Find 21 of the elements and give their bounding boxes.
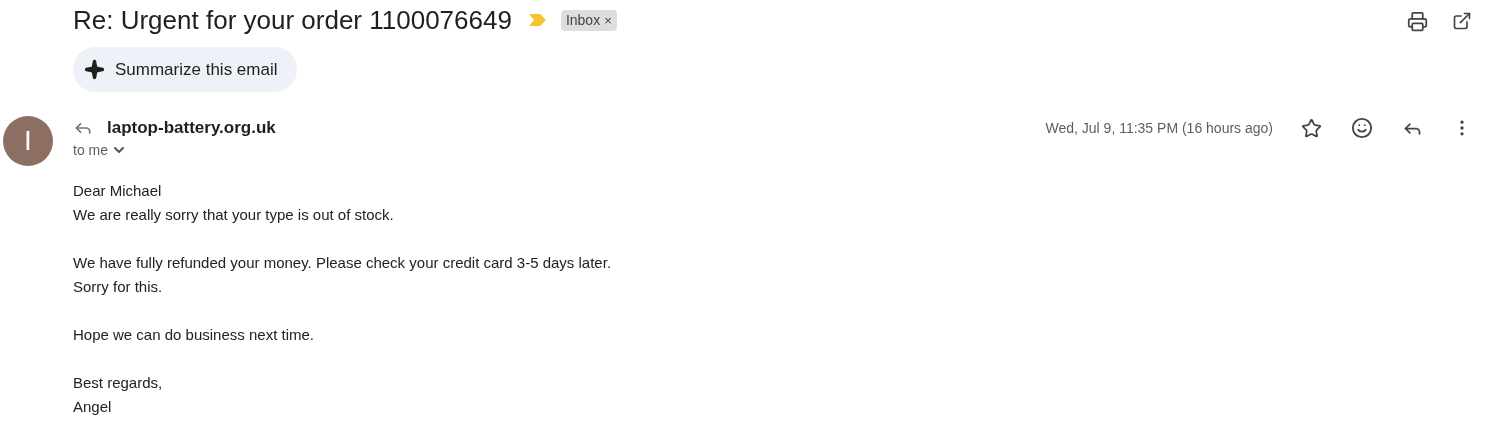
message-line: We are really sorry that your type is out of stock. bbox=[73, 205, 394, 225]
sender-avatar: I bbox=[3, 116, 53, 166]
importance-marker-icon[interactable] bbox=[528, 14, 547, 26]
sender-name: laptop-battery.org.uk bbox=[107, 117, 276, 140]
label-text: Inbox bbox=[565, 10, 601, 30]
message-line: Best regards, bbox=[73, 373, 163, 393]
message-line: Hope we can do business next time. bbox=[73, 325, 314, 345]
message-line: Sorry for this. bbox=[73, 277, 163, 297]
remove-label-button[interactable]: × bbox=[604, 13, 612, 27]
recipient-text: to me bbox=[73, 140, 108, 160]
print-icon[interactable] bbox=[1407, 10, 1428, 32]
emoji-reaction-icon[interactable] bbox=[1351, 117, 1373, 139]
message-line: We have fully refunded your money. Please check your credit card 3-5 days later. bbox=[73, 253, 612, 273]
star-icon[interactable] bbox=[1301, 117, 1322, 139]
email-subject: Re: Urgent for your order 1100076649 bbox=[73, 4, 512, 36]
summarize-button[interactable]: Summarize this email bbox=[73, 47, 297, 92]
sparkle-icon bbox=[84, 59, 105, 80]
message-line: Angel bbox=[73, 397, 112, 417]
open-in-new-window-icon[interactable] bbox=[1452, 11, 1472, 31]
email-date: Wed, Jul 9, 11:35 PM (16 hours ago) bbox=[1045, 118, 1273, 138]
message-line: Dear Michael bbox=[73, 181, 162, 201]
